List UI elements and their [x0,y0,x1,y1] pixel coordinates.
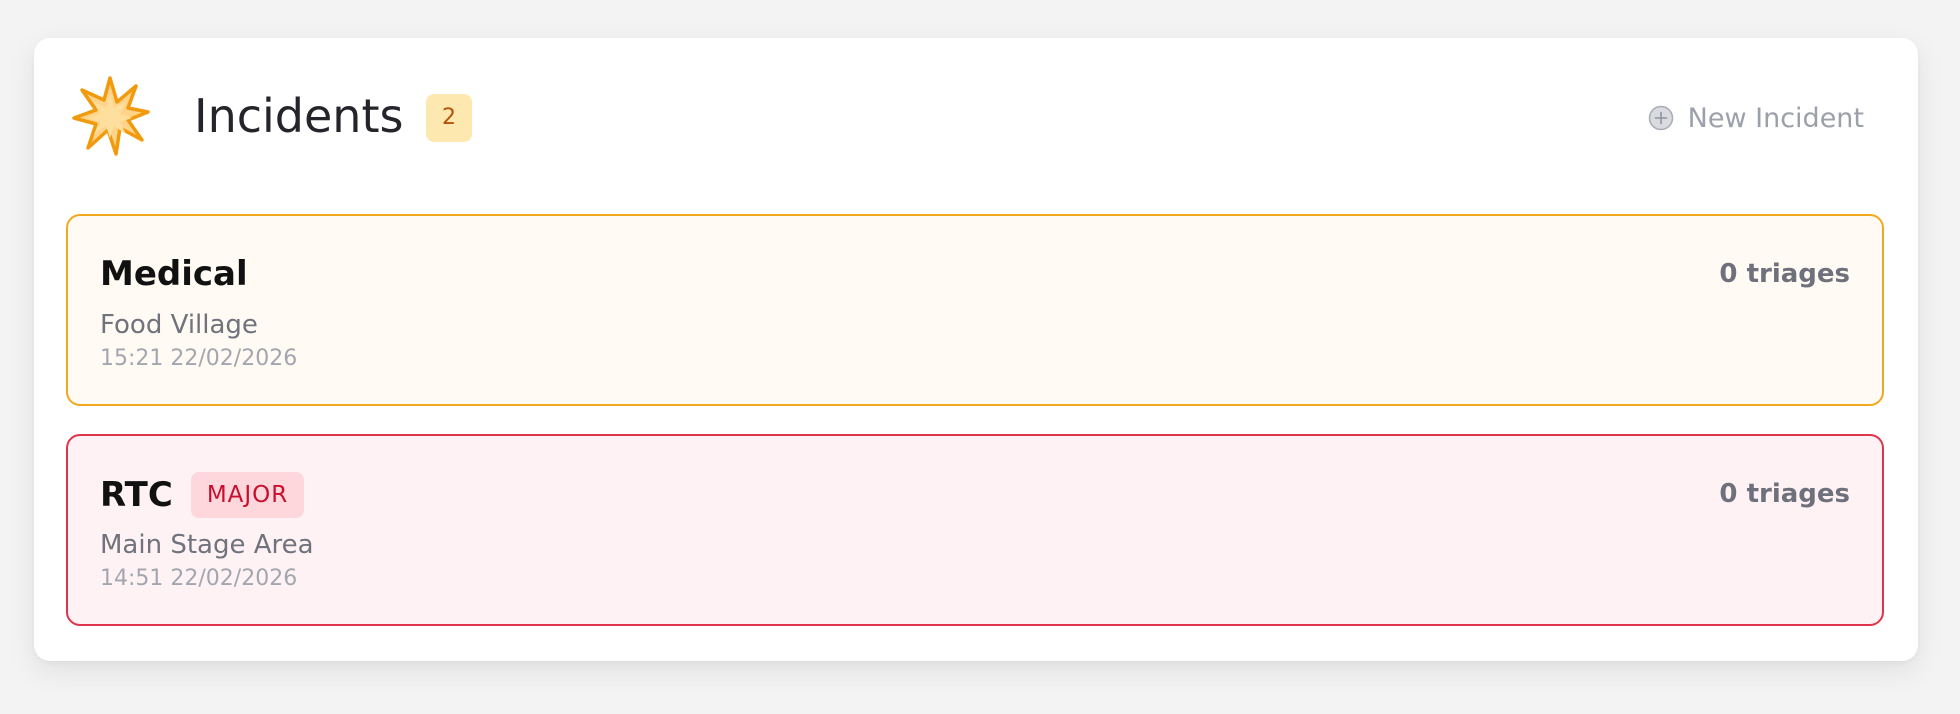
incident-location: Main Stage Area [100,530,314,560]
incident-count-badge: 2 [426,94,472,142]
new-incident-button[interactable]: New Incident [1648,96,1864,140]
incident-card-rtc[interactable]: RTC MAJOR Main Stage Area 14:51 22/02/20… [66,434,1884,626]
incident-title-row: RTC MAJOR [100,472,305,518]
incident-timestamp: 15:21 22/02/2026 [100,346,298,371]
incident-type: Medical [100,254,248,294]
incident-title-row: Medical [100,252,248,296]
major-incident-tag: MAJOR [190,472,305,518]
new-incident-label: New Incident [1687,102,1864,134]
plus-circle-icon [1648,105,1673,131]
incidents-panel: Incidents 2 New Incident Medical Food Vi… [34,38,1918,661]
incident-type: RTC [100,475,173,515]
page-title: Incidents [194,89,404,143]
incident-location: Food Village [100,310,258,340]
incident-triage-count: 0 triages [1719,259,1850,289]
incident-triage-count: 0 triages [1719,479,1850,509]
explosion-icon [72,76,150,156]
incident-timestamp: 14:51 22/02/2026 [100,566,298,591]
incidents-header: Incidents 2 New Incident [34,38,1918,198]
incident-card-medical[interactable]: Medical Food Village 15:21 22/02/2026 0 … [66,214,1884,406]
